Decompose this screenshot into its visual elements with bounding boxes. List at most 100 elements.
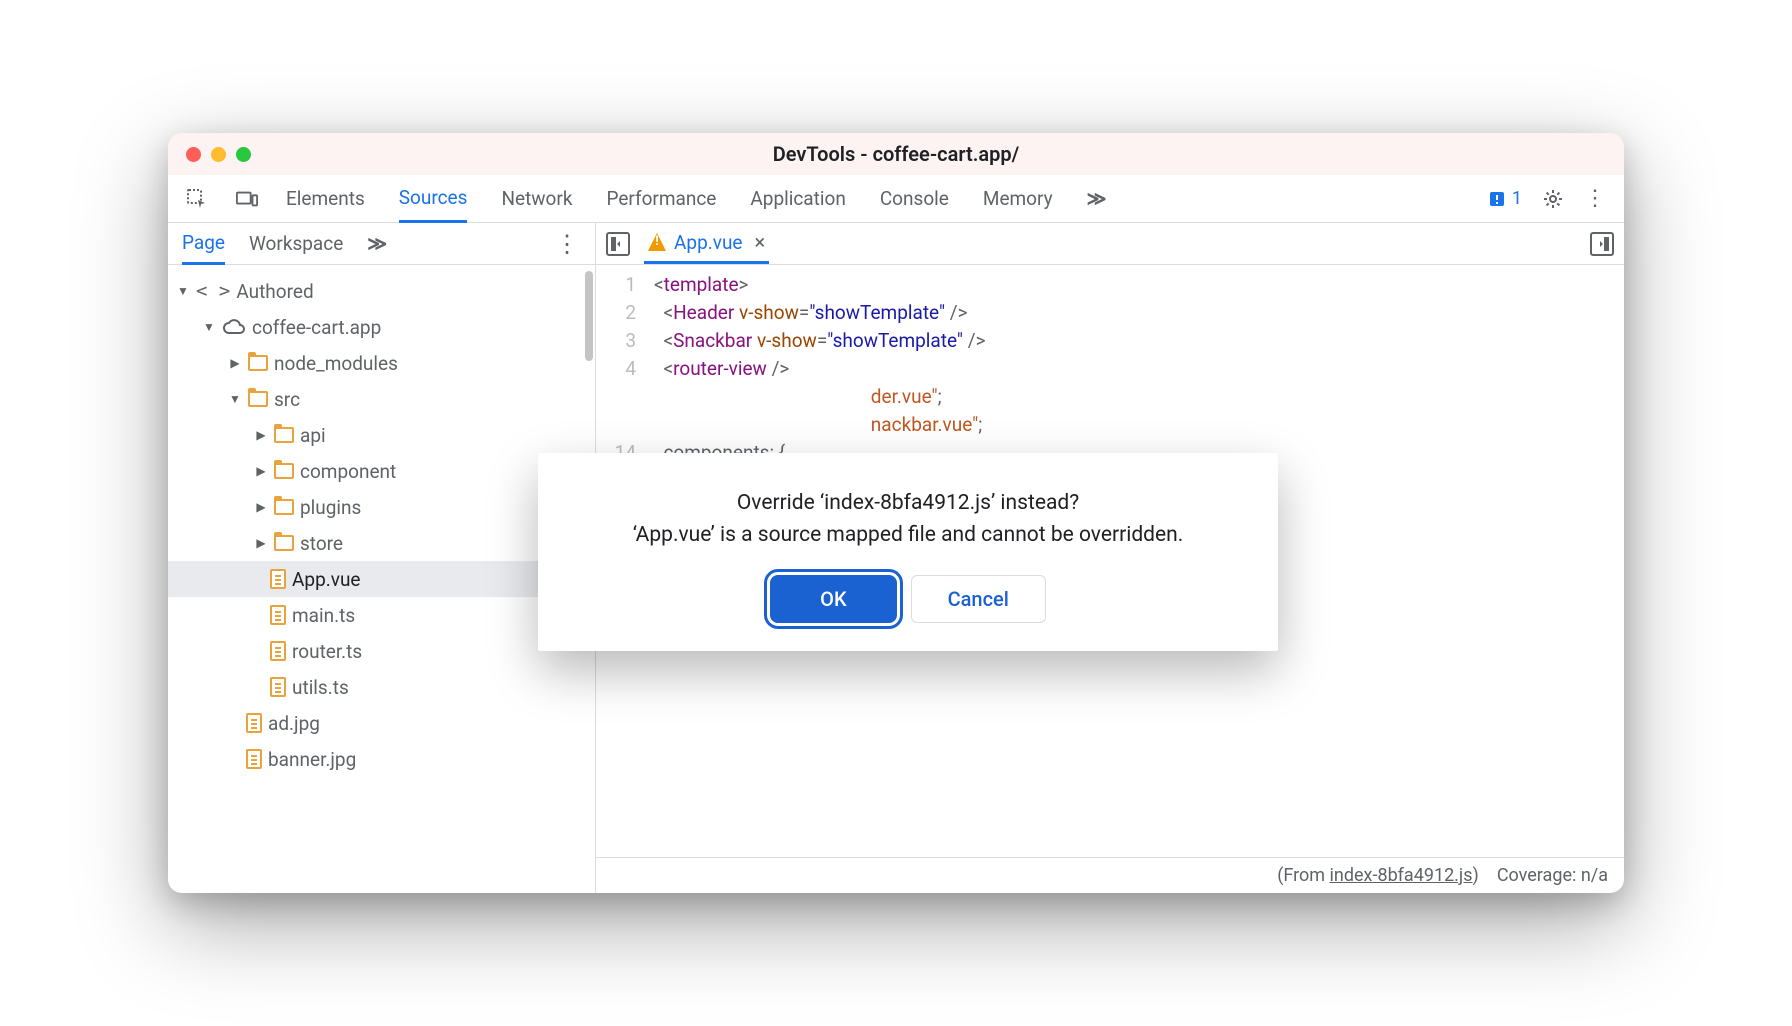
- code-line[interactable]: nackbar.vue";: [596, 411, 1624, 439]
- code-line[interactable]: 3 <Snackbar v-show="showTemplate" />: [596, 327, 1624, 355]
- tree-file-ad-jpg[interactable]: ad.jpg: [168, 705, 595, 741]
- navigator-more-tabs-icon[interactable]: ≫: [367, 232, 387, 255]
- line-number: 1: [596, 271, 654, 299]
- tree-label: component: [300, 460, 396, 483]
- navigator-kebab-icon[interactable]: ⋮: [555, 230, 581, 258]
- tree-label: main.ts: [292, 604, 355, 627]
- tree-label: coffee-cart.app: [252, 316, 381, 339]
- folder-icon: [248, 391, 268, 407]
- chevron-right-icon: ▶: [254, 536, 268, 550]
- chevron-right-icon: ▶: [254, 500, 268, 514]
- dialog-line1: Override ‘index-8bfa4912.js’ instead?: [568, 487, 1248, 519]
- tab-performance[interactable]: Performance: [606, 175, 716, 222]
- source-origin-link[interactable]: index-8bfa4912.js: [1330, 865, 1473, 886]
- dialog-line2: ‘App.vue’ is a source mapped file and ca…: [568, 519, 1248, 551]
- issue-count: 1: [1512, 188, 1522, 209]
- tree-label: Authored: [236, 280, 313, 303]
- file-icon: [270, 569, 286, 589]
- tree-label: utils.ts: [292, 676, 349, 699]
- tab-memory[interactable]: Memory: [983, 175, 1053, 222]
- line-number: 2: [596, 299, 654, 327]
- chevron-right-icon: ▶: [254, 428, 268, 442]
- tree-folder-node-modules[interactable]: ▶ node_modules: [168, 345, 595, 381]
- tree-label: plugins: [300, 496, 361, 519]
- tab-network[interactable]: Network: [501, 175, 572, 222]
- tree-file-main-ts[interactable]: main.ts: [168, 597, 595, 633]
- tree-folder-src[interactable]: ▼ src: [168, 381, 595, 417]
- line-number: 3: [596, 327, 654, 355]
- navigator-tab-workspace[interactable]: Workspace: [249, 223, 343, 264]
- line-content: <Header v-show="showTemplate" />: [654, 299, 968, 327]
- tab-console[interactable]: Console: [880, 175, 949, 222]
- issue-icon: [1488, 190, 1506, 208]
- tree-file-utils-ts[interactable]: utils.ts: [168, 669, 595, 705]
- folder-icon: [274, 499, 294, 515]
- chevron-down-icon: ▼: [228, 392, 242, 406]
- cancel-button[interactable]: Cancel: [911, 575, 1046, 623]
- titlebar: DevTools - coffee-cart.app/: [168, 133, 1624, 175]
- code-line[interactable]: 1<template>: [596, 271, 1624, 299]
- tree-file-app-vue[interactable]: App.vue: [168, 561, 595, 597]
- cloud-icon: [222, 319, 246, 335]
- tree-label: api: [300, 424, 326, 447]
- tree-file-router-ts[interactable]: router.ts: [168, 633, 595, 669]
- chevron-down-icon: ▼: [176, 284, 190, 298]
- override-dialog: Override ‘index-8bfa4912.js’ instead? ‘A…: [538, 453, 1278, 651]
- line-number: 4: [596, 355, 654, 383]
- file-icon: [246, 713, 262, 733]
- warning-icon: [648, 233, 666, 251]
- toggle-navigator-icon[interactable]: [606, 232, 630, 256]
- more-tabs-icon[interactable]: ≫: [1087, 175, 1107, 222]
- window-title: DevTools - coffee-cart.app/: [168, 142, 1624, 166]
- tree-label: node_modules: [274, 352, 398, 375]
- coverage-status: Coverage: n/a: [1497, 865, 1608, 886]
- tab-elements[interactable]: Elements: [286, 175, 365, 222]
- code-line[interactable]: 4 <router-view />: [596, 355, 1624, 383]
- tab-sources[interactable]: Sources: [399, 176, 468, 223]
- file-icon: [270, 677, 286, 697]
- scrollbar-thumb[interactable]: [585, 271, 593, 361]
- toggle-debugger-icon[interactable]: [1590, 232, 1614, 256]
- folder-icon: [274, 427, 294, 443]
- tree-folder-component[interactable]: ▶ component: [168, 453, 595, 489]
- chevron-right-icon: ▶: [254, 464, 268, 478]
- tree-folder-plugins[interactable]: ▶ plugins: [168, 489, 595, 525]
- folder-icon: [248, 355, 268, 371]
- tree-label: ad.jpg: [268, 712, 320, 735]
- panel-tabs: Elements Sources Network Performance App…: [286, 175, 1460, 222]
- file-icon: [246, 749, 262, 769]
- toolbar-right: 1 ⋮: [1488, 188, 1606, 210]
- tree-site[interactable]: ▼ coffee-cart.app: [168, 309, 595, 345]
- editor-tabbar: App.vue ×: [596, 223, 1624, 265]
- tree-folder-store[interactable]: ▶ store: [168, 525, 595, 561]
- tree-label: banner.jpg: [268, 748, 356, 771]
- line-content: nackbar.vue";: [654, 411, 982, 439]
- code-line[interactable]: 2 <Header v-show="showTemplate" />: [596, 299, 1624, 327]
- editor-tab-app-vue[interactable]: App.vue ×: [644, 223, 769, 264]
- file-icon: [270, 605, 286, 625]
- line-number: [596, 411, 654, 439]
- main-toolbar: Elements Sources Network Performance App…: [168, 175, 1624, 223]
- tree-root-authored[interactable]: ▼ < > Authored: [168, 273, 595, 309]
- settings-icon[interactable]: [1542, 188, 1564, 210]
- folder-icon: [274, 463, 294, 479]
- issues-badge[interactable]: 1: [1488, 188, 1522, 209]
- tree-label: App.vue: [292, 568, 361, 591]
- devtools-window: DevTools - coffee-cart.app/ Elements Sou…: [168, 133, 1624, 893]
- tree-file-banner-jpg[interactable]: banner.jpg: [168, 741, 595, 777]
- kebab-menu-icon[interactable]: ⋮: [1584, 188, 1606, 210]
- tree-label: src: [274, 388, 300, 411]
- navigator-tab-page[interactable]: Page: [182, 224, 225, 265]
- line-content: der.vue";: [654, 383, 942, 411]
- inspect-element-icon[interactable]: [186, 188, 208, 210]
- chevron-right-icon: ▶: [228, 356, 242, 370]
- line-number: [596, 383, 654, 411]
- device-toolbar-icon[interactable]: [236, 188, 258, 210]
- code-line[interactable]: der.vue";: [596, 383, 1624, 411]
- tree-folder-api[interactable]: ▶ api: [168, 417, 595, 453]
- close-tab-icon[interactable]: ×: [755, 230, 766, 254]
- ok-button[interactable]: OK: [770, 575, 896, 623]
- chevron-down-icon: ▼: [202, 320, 216, 334]
- file-tree[interactable]: ▼ < > Authored ▼ coffee-cart.app ▶ node_…: [168, 265, 595, 893]
- tab-application[interactable]: Application: [750, 175, 845, 222]
